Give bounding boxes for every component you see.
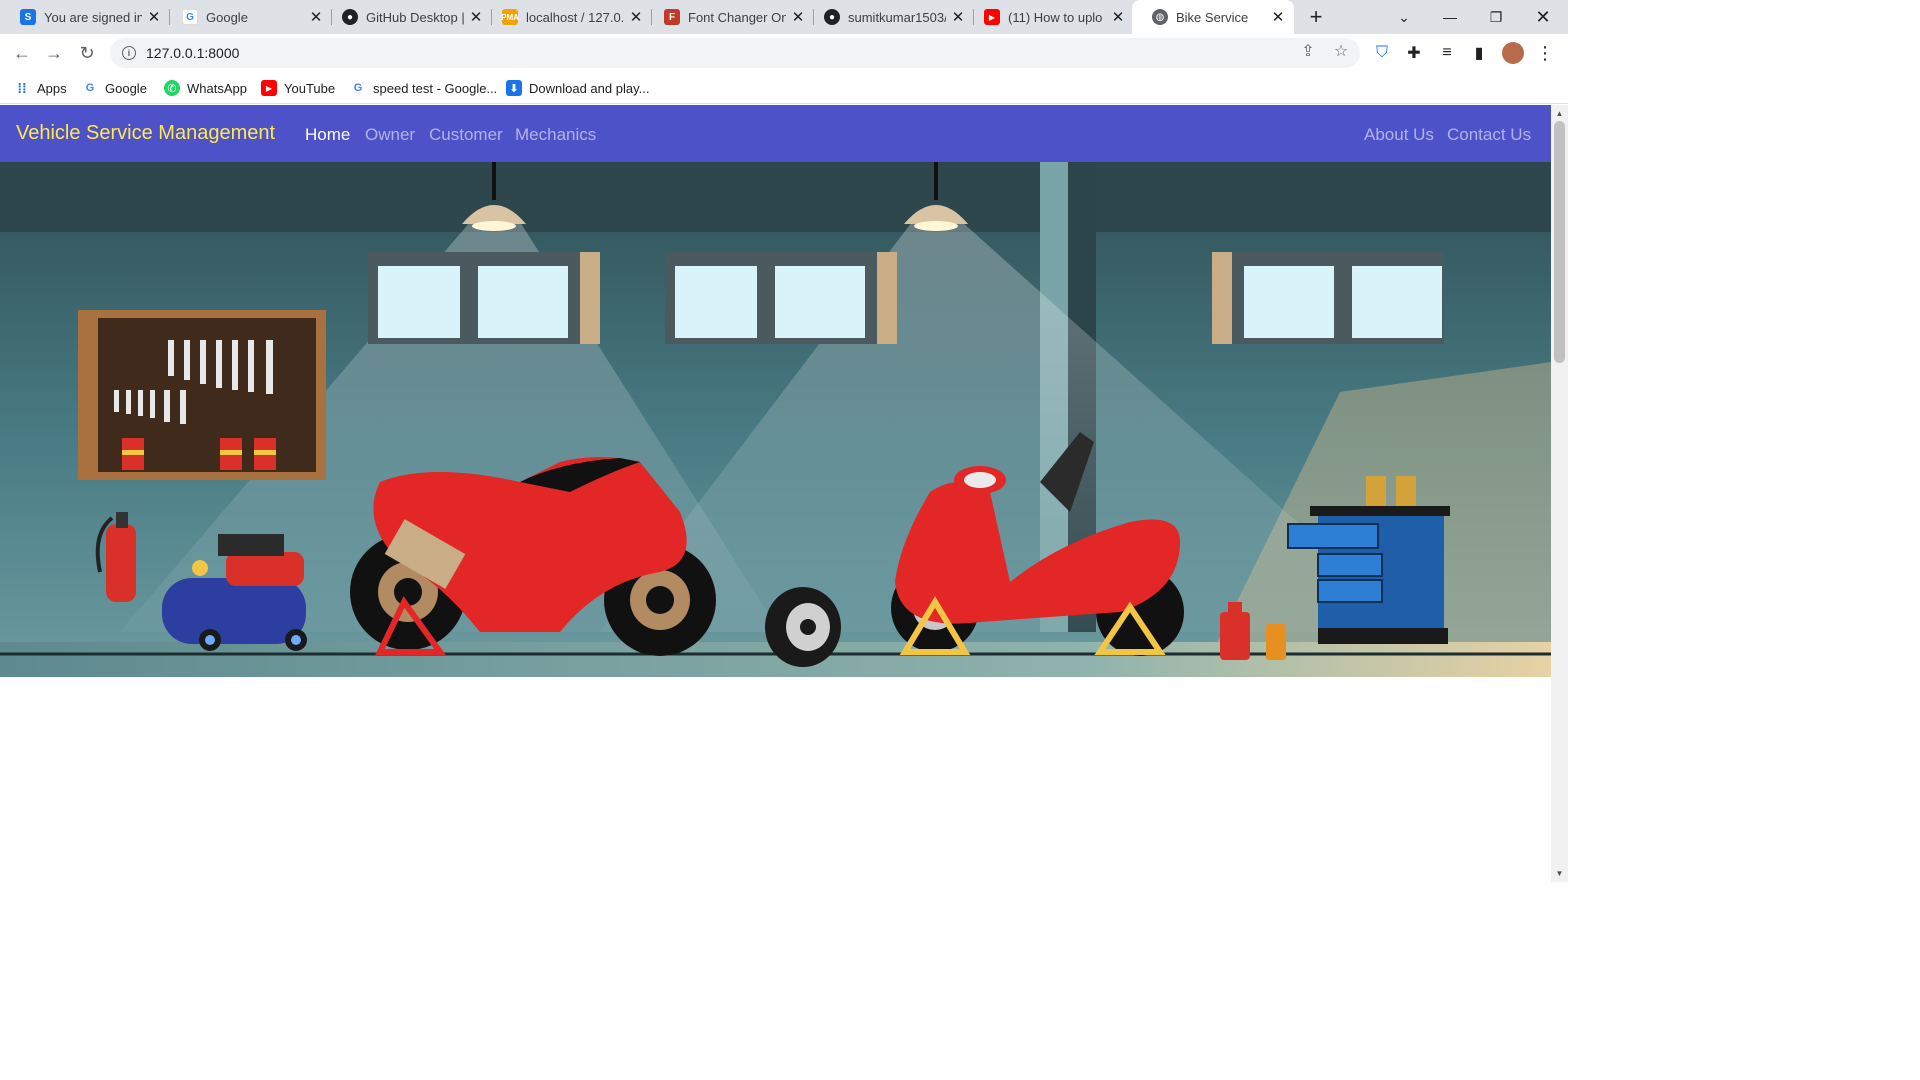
tab-github-desktop[interactable]: ● GitHub Desktop | ✕ xyxy=(322,0,492,34)
phpmyadmin-icon: PMA xyxy=(501,9,519,25)
bookmark-label: speed test - Google... xyxy=(373,80,498,96)
tab-title: Google xyxy=(206,9,248,25)
apps-grid-icon: ⁞⁞ xyxy=(17,80,27,96)
tool-shelf xyxy=(78,310,326,480)
google-icon: G xyxy=(182,9,198,25)
tab-title: Font Changer On xyxy=(688,9,786,25)
scroll-down-icon[interactable]: ▼ xyxy=(1551,869,1568,878)
scrollbar-thumb[interactable] xyxy=(1554,121,1565,363)
s-icon: S xyxy=(20,9,36,25)
back-icon[interactable]: ← xyxy=(9,41,35,65)
scroll-up-icon[interactable]: ▲ xyxy=(1551,109,1568,118)
google-icon: G xyxy=(85,82,95,94)
site-info-icon[interactable]: i xyxy=(122,46,136,60)
new-tab-button[interactable]: + xyxy=(1304,4,1328,29)
forward-icon[interactable]: → xyxy=(41,41,67,65)
tab-title: GitHub Desktop | xyxy=(366,9,464,25)
github-icon: ● xyxy=(824,9,840,25)
shield-extension-icon[interactable]: ⛉ xyxy=(1372,43,1392,63)
youtube-icon: ▶ xyxy=(984,9,1000,25)
bookmark-label: Apps xyxy=(37,80,67,96)
download-icon: ⬇ xyxy=(506,80,522,96)
close-window-icon[interactable]: ✕ xyxy=(1520,0,1566,34)
tab-font-changer[interactable]: F Font Changer On ✕ xyxy=(644,0,814,34)
close-icon[interactable]: ✕ xyxy=(1270,8,1286,26)
bookmark-label: YouTube xyxy=(284,80,336,96)
profile-avatar[interactable] xyxy=(1502,42,1524,64)
reload-icon[interactable]: ↻ xyxy=(74,41,100,65)
font-changer-icon: F xyxy=(664,9,680,25)
spare-tire xyxy=(765,587,841,667)
share-icon[interactable]: ⇪ xyxy=(1298,41,1318,61)
github-icon: ● xyxy=(342,9,358,25)
close-icon[interactable]: ✕ xyxy=(146,8,162,26)
tab-title: sumitkumar1503/ xyxy=(848,9,946,25)
url-text: 127.0.0.1:8000 xyxy=(146,45,240,61)
bookmark-label: WhatsApp xyxy=(187,80,247,96)
restore-icon[interactable]: ❐ xyxy=(1473,0,1519,34)
bookmark-whatsapp[interactable]: ✆ WhatsApp xyxy=(164,78,247,98)
nav-customer[interactable]: Customer xyxy=(429,125,503,145)
nav-home[interactable]: Home xyxy=(305,125,350,145)
google-icon: G xyxy=(353,82,363,94)
bookmark-download[interactable]: ⬇ Download and play... xyxy=(506,78,649,98)
site-navbar: Vehicle Service Management Home Owner Cu… xyxy=(0,105,1551,162)
minimize-icon[interactable]: — xyxy=(1427,0,1473,34)
garage-hero-image xyxy=(0,162,1551,677)
bookmark-speed-test[interactable]: G speed test - Google... xyxy=(350,78,498,98)
whatsapp-icon: ✆ xyxy=(164,80,180,96)
tab-youtube[interactable]: ▶ (11) How to uplo ✕ xyxy=(964,0,1134,34)
tab-search-icon[interactable]: ⌄ xyxy=(1381,0,1427,34)
tab-bike-service[interactable]: ◍ Bike Service ✕ xyxy=(1132,0,1294,34)
window xyxy=(1212,252,1444,344)
window xyxy=(368,252,600,344)
page-scrollbar[interactable]: ▲ ▼ xyxy=(1551,105,1568,882)
youtube-icon: ▶ xyxy=(261,80,277,96)
tab-google[interactable]: G Google ✕ xyxy=(162,0,332,34)
nav-mechanics[interactable]: Mechanics xyxy=(515,125,596,145)
extensions-puzzle-icon[interactable]: ✚ xyxy=(1404,43,1424,63)
window xyxy=(665,252,897,344)
bookmark-star-icon[interactable]: ☆ xyxy=(1331,41,1351,61)
media-queue-icon[interactable]: ≡ xyxy=(1437,43,1457,63)
nav-owner[interactable]: Owner xyxy=(365,125,415,145)
tab-title: (11) How to uplo xyxy=(1008,9,1103,25)
close-icon[interactable]: ✕ xyxy=(628,8,644,26)
browser-toolbar: ← → ↻ i 127.0.0.1:8000 ⇪ ☆ ⛉ ✚ ≡ ▮ ⋮ xyxy=(0,34,1568,72)
page-viewport: Vehicle Service Management Home Owner Cu… xyxy=(0,105,1551,882)
tab-sumitkumar[interactable]: ● sumitkumar1503/ ✕ xyxy=(804,0,974,34)
tab-signed-in[interactable]: S You are signed in ✕ xyxy=(0,0,170,34)
address-bar[interactable]: i 127.0.0.1:8000 xyxy=(110,38,1360,68)
side-panel-icon[interactable]: ▮ xyxy=(1469,43,1489,63)
tab-title: localhost / 127.0.0 xyxy=(526,9,624,25)
tab-title: You are signed in xyxy=(44,9,142,25)
tab-localhost[interactable]: PMA localhost / 127.0.0 ✕ xyxy=(482,0,652,34)
bookmark-youtube[interactable]: ▶ YouTube xyxy=(261,78,335,98)
globe-icon: ◍ xyxy=(1152,9,1168,25)
browser-menu-icon[interactable]: ⋮ xyxy=(1535,43,1555,63)
bookmark-label: Download and play... xyxy=(529,80,650,96)
bookmark-google[interactable]: G Google xyxy=(82,78,147,98)
bookmark-label: Google xyxy=(105,80,147,96)
nav-contact-us[interactable]: Contact Us xyxy=(1447,125,1531,145)
close-icon[interactable]: ✕ xyxy=(1110,8,1126,26)
brand-logo[interactable]: Vehicle Service Management xyxy=(16,122,275,145)
bookmark-apps[interactable]: ⁞⁞ Apps xyxy=(14,78,67,98)
tab-strip: S You are signed in ✕ G Google ✕ ● GitHu… xyxy=(0,0,1568,34)
bookmarks-bar: ⁞⁞ Apps G Google ✆ WhatsApp ▶ YouTube G … xyxy=(0,72,1568,104)
tab-title: Bike Service xyxy=(1176,9,1249,25)
nav-about-us[interactable]: About Us xyxy=(1364,125,1434,145)
